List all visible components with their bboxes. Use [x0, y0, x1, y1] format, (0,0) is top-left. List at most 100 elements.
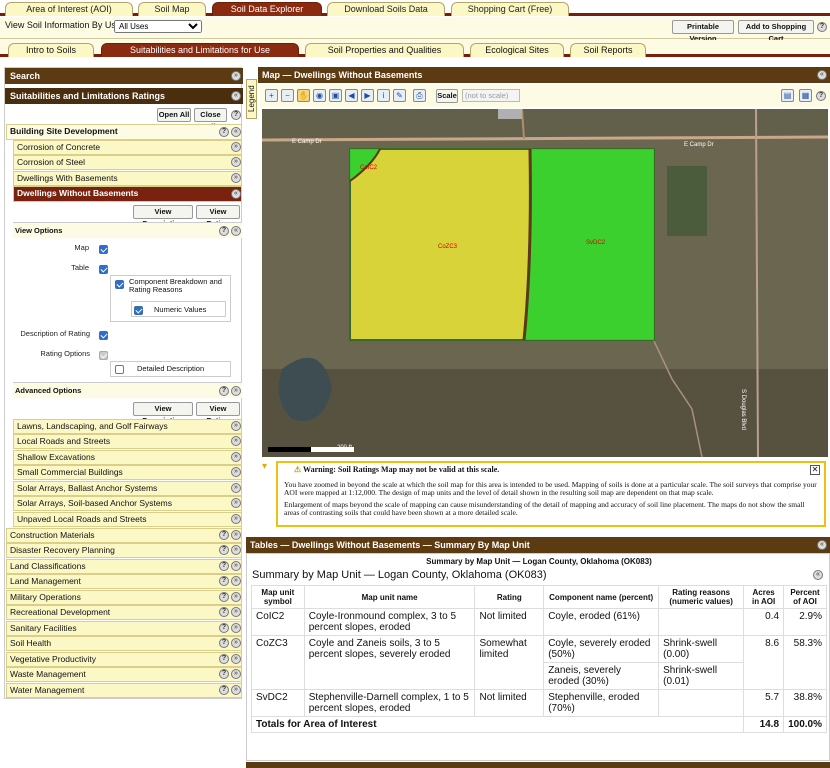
item-lawns[interactable]: Lawns, Landscaping, and Golf Fairways: [13, 419, 242, 434]
help-icon[interactable]: ?: [219, 669, 229, 679]
tab-ecological-sites[interactable]: Ecological Sites: [470, 43, 564, 57]
item-shallow-excavations[interactable]: Shallow Excavations: [13, 450, 242, 465]
expand-icon[interactable]: »: [231, 592, 241, 602]
expand-icon[interactable]: »: [231, 421, 241, 431]
tab-soil-properties[interactable]: Soil Properties and Qualities: [305, 43, 464, 57]
expand-icon[interactable]: »: [231, 173, 241, 183]
expand-icon[interactable]: »: [231, 545, 241, 555]
help-icon[interactable]: ?: [219, 576, 229, 586]
expand-icon[interactable]: »: [231, 514, 241, 524]
tab-download-soils-data[interactable]: Download Soils Data: [327, 2, 445, 16]
category-construction-materials[interactable]: Construction Materials: [6, 528, 242, 543]
help-icon[interactable]: ?: [219, 654, 229, 664]
expand-icon[interactable]: »: [231, 530, 241, 540]
expand-icon[interactable]: »: [231, 142, 241, 152]
view-description-button[interactable]: View Description: [133, 402, 193, 425]
soil-map[interactable]: E Camp Dr E Camp Dr S Douglas Blvd CoIC2…: [262, 109, 828, 457]
help-icon[interactable]: ?: [219, 530, 229, 540]
expand-icon[interactable]: »: [231, 561, 241, 571]
collapse-icon[interactable]: «: [231, 91, 241, 101]
item-unpaved-roads[interactable]: Unpaved Local Roads and Streets: [13, 512, 242, 527]
expand-icon[interactable]: »: [231, 685, 241, 695]
search-header[interactable]: Search: [5, 68, 243, 84]
collapse-icon[interactable]: »: [231, 71, 241, 81]
collapse-icon[interactable]: «: [231, 189, 241, 199]
help-icon[interactable]: ?: [219, 685, 229, 695]
tab-intro-to-soils[interactable]: Intro to Soils: [8, 43, 94, 57]
item-dwellings-without-basements[interactable]: Dwellings Without Basements: [13, 186, 242, 202]
item-dwellings-basements[interactable]: Dwellings With Basements: [13, 171, 242, 186]
full-extent-icon[interactable]: ◉: [313, 89, 326, 102]
help-icon[interactable]: ?: [219, 623, 229, 633]
description-checkbox[interactable]: [99, 331, 108, 340]
help-icon[interactable]: ?: [219, 638, 229, 648]
collapse-icon[interactable]: «: [231, 127, 241, 137]
expand-icon[interactable]: »: [231, 576, 241, 586]
expand-icon[interactable]: »: [231, 157, 241, 167]
tab-suitabilities[interactable]: Suitabilities and Limitations for Use: [101, 43, 299, 57]
expand-icon[interactable]: »: [231, 452, 241, 462]
help-icon[interactable]: ?: [219, 592, 229, 602]
expand-icon[interactable]: »: [231, 467, 241, 477]
detailed-description-checkbox[interactable]: [115, 365, 124, 374]
close-all-button[interactable]: Close All: [194, 108, 227, 131]
expand-icon[interactable]: »: [231, 607, 241, 617]
view-rating-button[interactable]: View Rating: [196, 402, 240, 425]
expand-icon[interactable]: »: [231, 638, 241, 648]
expand-icon[interactable]: »: [231, 498, 241, 508]
help-icon[interactable]: ?: [816, 91, 826, 101]
pan-icon[interactable]: ✋: [297, 89, 310, 102]
category-recreational-development[interactable]: Recreational Development: [6, 605, 242, 620]
expand-icon[interactable]: »: [231, 669, 241, 679]
component-breakdown-checkbox[interactable]: [115, 280, 124, 289]
tab-area-of-interest[interactable]: Area of Interest (AOI): [5, 2, 133, 16]
legend-tab[interactable]: Legend: [246, 79, 257, 119]
help-icon[interactable]: ?: [219, 226, 229, 236]
expand-icon[interactable]: »: [231, 483, 241, 493]
close-icon[interactable]: ✕: [810, 465, 820, 475]
map-export-icon[interactable]: ▦: [799, 89, 812, 102]
collapse-icon[interactable]: «: [817, 70, 827, 80]
zoom-out-icon[interactable]: −: [281, 89, 294, 102]
item-solar-ballast[interactable]: Solar Arrays, Ballast Anchor Systems: [13, 481, 242, 496]
add-to-cart-button[interactable]: Add to Shopping Cart: [738, 20, 814, 43]
scale-select[interactable]: (not to scale): [462, 89, 520, 102]
item-small-commercial[interactable]: Small Commercial Buildings: [13, 465, 242, 480]
help-icon[interactable]: ?: [219, 127, 229, 137]
collapse-icon[interactable]: «: [813, 570, 823, 580]
expand-icon[interactable]: »: [231, 436, 241, 446]
item-corrosion-concrete[interactable]: Corrosion of Concrete: [13, 140, 242, 155]
map-layers-icon[interactable]: ▤: [781, 89, 794, 102]
item-local-roads[interactable]: Local Roads and Streets: [13, 434, 242, 449]
help-icon[interactable]: ?: [231, 110, 241, 120]
identify-icon[interactable]: i: [377, 89, 390, 102]
collapse-icon[interactable]: «: [817, 540, 827, 550]
map-checkbox[interactable]: [99, 245, 108, 254]
category-waste-management[interactable]: Waste Management: [6, 667, 242, 682]
printable-version-button[interactable]: Printable Version: [672, 20, 734, 43]
tab-shopping-cart[interactable]: Shopping Cart (Free): [451, 2, 569, 16]
print-map-icon[interactable]: ⎙: [413, 89, 426, 102]
table-checkbox[interactable]: [99, 265, 108, 274]
tab-soil-map[interactable]: Soil Map: [138, 2, 206, 16]
category-building-site[interactable]: Building Site Development: [6, 124, 242, 140]
expand-icon[interactable]: »: [231, 623, 241, 633]
category-sanitary-facilities[interactable]: Sanitary Facilities: [6, 621, 242, 636]
category-land-management[interactable]: Land Management: [6, 574, 242, 589]
help-icon[interactable]: ?: [219, 545, 229, 555]
scale-button[interactable]: Scale: [436, 89, 458, 103]
back-icon[interactable]: ◀: [345, 89, 358, 102]
item-solar-soil[interactable]: Solar Arrays, Soil-based Anchor Systems: [13, 496, 242, 511]
category-land-classifications[interactable]: Land Classifications: [6, 559, 242, 574]
category-soil-health[interactable]: Soil Health: [6, 636, 242, 651]
tab-soil-data-explorer[interactable]: Soil Data Explorer: [212, 2, 322, 16]
help-icon[interactable]: ?: [219, 561, 229, 571]
view-description-button[interactable]: View Description: [133, 205, 193, 228]
expand-icon[interactable]: »: [231, 654, 241, 664]
view-rating-button[interactable]: View Rating: [196, 205, 240, 228]
use-select[interactable]: All Uses: [114, 20, 202, 33]
help-icon[interactable]: ?: [219, 386, 229, 396]
zoom-aoi-icon[interactable]: ▣: [329, 89, 342, 102]
tab-soil-reports[interactable]: Soil Reports: [570, 43, 646, 57]
help-icon[interactable]: ?: [817, 22, 827, 32]
